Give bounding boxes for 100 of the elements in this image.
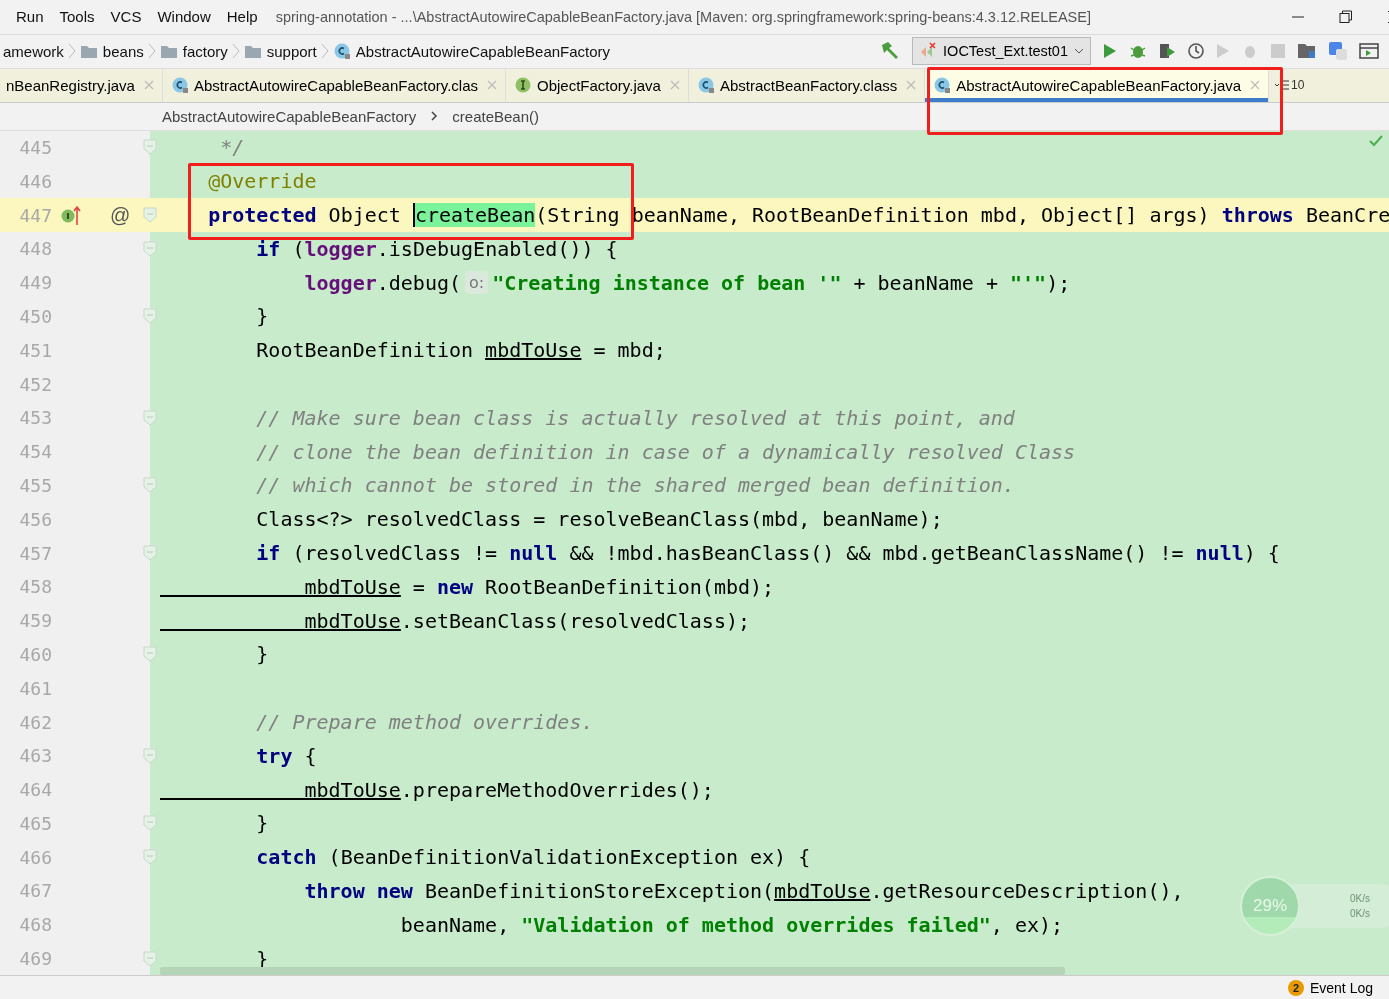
- close-icon[interactable]: [906, 80, 917, 91]
- fold-icon[interactable]: [143, 849, 157, 866]
- code-token: logger: [304, 236, 377, 261]
- line-number: 455: [18, 474, 52, 496]
- code-token: BeanCre: [1304, 203, 1389, 228]
- line-number: 464: [18, 779, 52, 801]
- code-token: }: [255, 304, 269, 329]
- chevron-icon: [430, 110, 439, 123]
- menu-item[interactable]: Help: [218, 8, 266, 26]
- code-token: mbdToUse: [774, 879, 871, 903]
- fold-icon[interactable]: [143, 308, 157, 325]
- list-icon: [1275, 80, 1290, 91]
- nav-crumb[interactable]: beans: [76, 42, 147, 60]
- nav-crumb[interactable]: amework: [0, 42, 67, 60]
- line-number: 461: [18, 677, 52, 699]
- code-token: if: [255, 236, 281, 261]
- chevron-icon: [319, 42, 330, 61]
- folder-icon: [79, 43, 98, 59]
- project-structure-icon[interactable]: [1297, 42, 1317, 61]
- code-token: @Override: [207, 169, 317, 194]
- fold-icon[interactable]: [143, 747, 157, 764]
- fold-icon[interactable]: [143, 240, 157, 257]
- code-token: // Make sure bean class is actually resolved at this point, and: [255, 405, 1015, 430]
- breadcrumb-item[interactable]: AbstractAutowireCapableBeanFactory: [162, 107, 417, 125]
- tab-overflow-button[interactable]: 10: [1269, 68, 1311, 103]
- line-number: 466: [18, 846, 52, 868]
- fold-icon[interactable]: [143, 545, 157, 561]
- nav-crumb[interactable]: AbstractAutowireCapableBeanFactory: [329, 42, 614, 61]
- fold-icon[interactable]: [143, 207, 157, 224]
- fold-icon[interactable]: [143, 139, 157, 156]
- implements-icon[interactable]: [60, 204, 82, 227]
- event-log-link[interactable]: Event Log: [1309, 979, 1373, 996]
- line-number: 467: [18, 880, 52, 902]
- fold-icon[interactable]: [143, 950, 157, 967]
- class-icon: [170, 76, 189, 95]
- code-token: (resolvedClass !=: [291, 541, 499, 565]
- code-token: (String beanName, RootBeanDefinition mbd, Object[] args): [535, 203, 1211, 228]
- folder-icon: [159, 43, 178, 59]
- breadcrumb-item[interactable]: createBean(): [452, 107, 539, 125]
- code-token: throw new: [303, 879, 413, 903]
- menu-item[interactable]: Tools: [51, 8, 103, 26]
- code-token: {: [303, 743, 317, 768]
- code-token: catch: [255, 845, 317, 870]
- nav-crumb[interactable]: factory: [156, 42, 231, 60]
- code-token: .prepareMethodOverrides();: [400, 777, 714, 802]
- download-speed: 0K/s: [1350, 908, 1370, 919]
- stop-icon[interactable]: [1270, 43, 1286, 60]
- code-token: Object: [327, 203, 402, 228]
- line-number: 463: [18, 745, 52, 767]
- fold-icon[interactable]: [143, 646, 157, 663]
- chevron-icon: [146, 42, 157, 61]
- override-marker[interactable]: @: [110, 203, 131, 227]
- check-icon: [1369, 134, 1383, 147]
- code-token: .debug(: [376, 270, 462, 295]
- code-token: && !mbd.hasBeanClass() && mbd.getBeanClassName() !=: [568, 541, 1185, 565]
- fold-icon[interactable]: [143, 815, 157, 832]
- editor-tab[interactable]: AbstractAutowireCapableBeanFactory.java: [925, 68, 1270, 103]
- code-token: .isDebugEnabled()) {: [376, 236, 618, 261]
- line-number: 445: [18, 136, 52, 158]
- translate-icon[interactable]: [1328, 41, 1348, 62]
- fold-icon[interactable]: [143, 477, 157, 494]
- restore-icon[interactable]: [1339, 9, 1353, 24]
- code-token: throws: [1221, 203, 1294, 228]
- interface-icon: [514, 76, 532, 95]
- play-icon[interactable]: [1216, 43, 1230, 60]
- code-token: if: [255, 541, 281, 565]
- line-number: 453: [18, 407, 52, 429]
- code-token: BeanDefinitionStoreException(: [423, 879, 775, 903]
- horizontal-scrollbar[interactable]: [160, 967, 1065, 976]
- code-token: , ex);: [990, 912, 1064, 937]
- coverage-icon[interactable]: [1158, 42, 1176, 61]
- run-config-dropdown[interactable]: IOCTest_Ext.test01: [912, 37, 1091, 66]
- code-token: new: [436, 574, 474, 599]
- line-number: 460: [18, 643, 52, 665]
- close-icon[interactable]: [143, 80, 154, 91]
- close-icon[interactable]: [669, 80, 680, 91]
- menu-item[interactable]: Window: [149, 8, 219, 26]
- window-icon[interactable]: [1359, 42, 1379, 61]
- code-token: (: [291, 236, 305, 261]
- code-token: "'": [1010, 270, 1047, 295]
- nav-crumb[interactable]: support: [240, 42, 320, 60]
- line-number: 457: [18, 542, 52, 564]
- fold-icon[interactable]: [143, 409, 157, 426]
- run-icon[interactable]: [1102, 42, 1118, 61]
- code-token: null: [1195, 541, 1244, 565]
- code-token: // clone the bean definition in case of a dynamically resolved Class: [255, 439, 1076, 464]
- close-icon[interactable]: [1250, 80, 1261, 91]
- menu-item[interactable]: VCS: [102, 8, 150, 26]
- code-token: // which cannot be stored in the shared merged bean definition.: [255, 473, 1015, 498]
- profiler-icon[interactable]: [1187, 42, 1205, 61]
- code-token: RootBeanDefinition: [255, 338, 475, 363]
- upload-speed: 0K/s: [1350, 893, 1370, 904]
- code-token: Class<?> resolvedClass = resolveBeanClass(mbd, beanName);: [255, 507, 943, 532]
- line-number: 454: [18, 441, 52, 463]
- menu-item[interactable]: Run: [8, 8, 52, 26]
- event-count-badge: 2: [1287, 979, 1304, 996]
- line-number: 462: [18, 711, 52, 733]
- code-token: .getResourceDescription(),: [870, 879, 1184, 903]
- close-icon[interactable]: [487, 80, 497, 91]
- code-token: =: [411, 574, 426, 599]
